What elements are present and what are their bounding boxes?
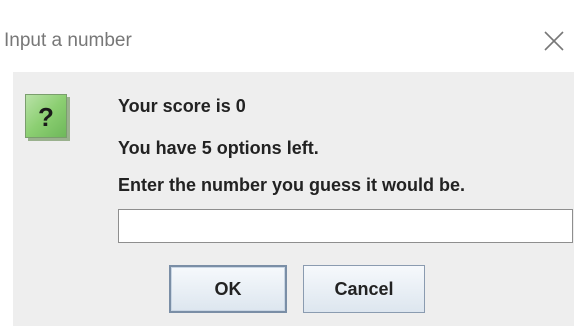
question-glyph: ? <box>38 102 54 132</box>
input-dialog: Input a number ? Your score is 0 You hav… <box>0 0 574 326</box>
close-button[interactable] <box>540 27 568 55</box>
score-message: Your score is 0 <box>118 96 246 116</box>
dialog-content: ? Your score is 0 You have 5 options lef… <box>13 72 574 326</box>
title-bar: Input a number <box>0 0 574 72</box>
number-input[interactable] <box>118 209 573 243</box>
prompt-message: Enter the number you guess it would be. <box>118 175 466 195</box>
dialog-title: Input a number <box>4 30 132 51</box>
cancel-button[interactable]: Cancel <box>303 265 425 313</box>
close-icon <box>544 31 564 51</box>
question-mark-icon: ? <box>25 94 67 138</box>
ok-button[interactable]: OK <box>169 265 287 313</box>
options-left-message: You have 5 options left. <box>118 138 319 158</box>
